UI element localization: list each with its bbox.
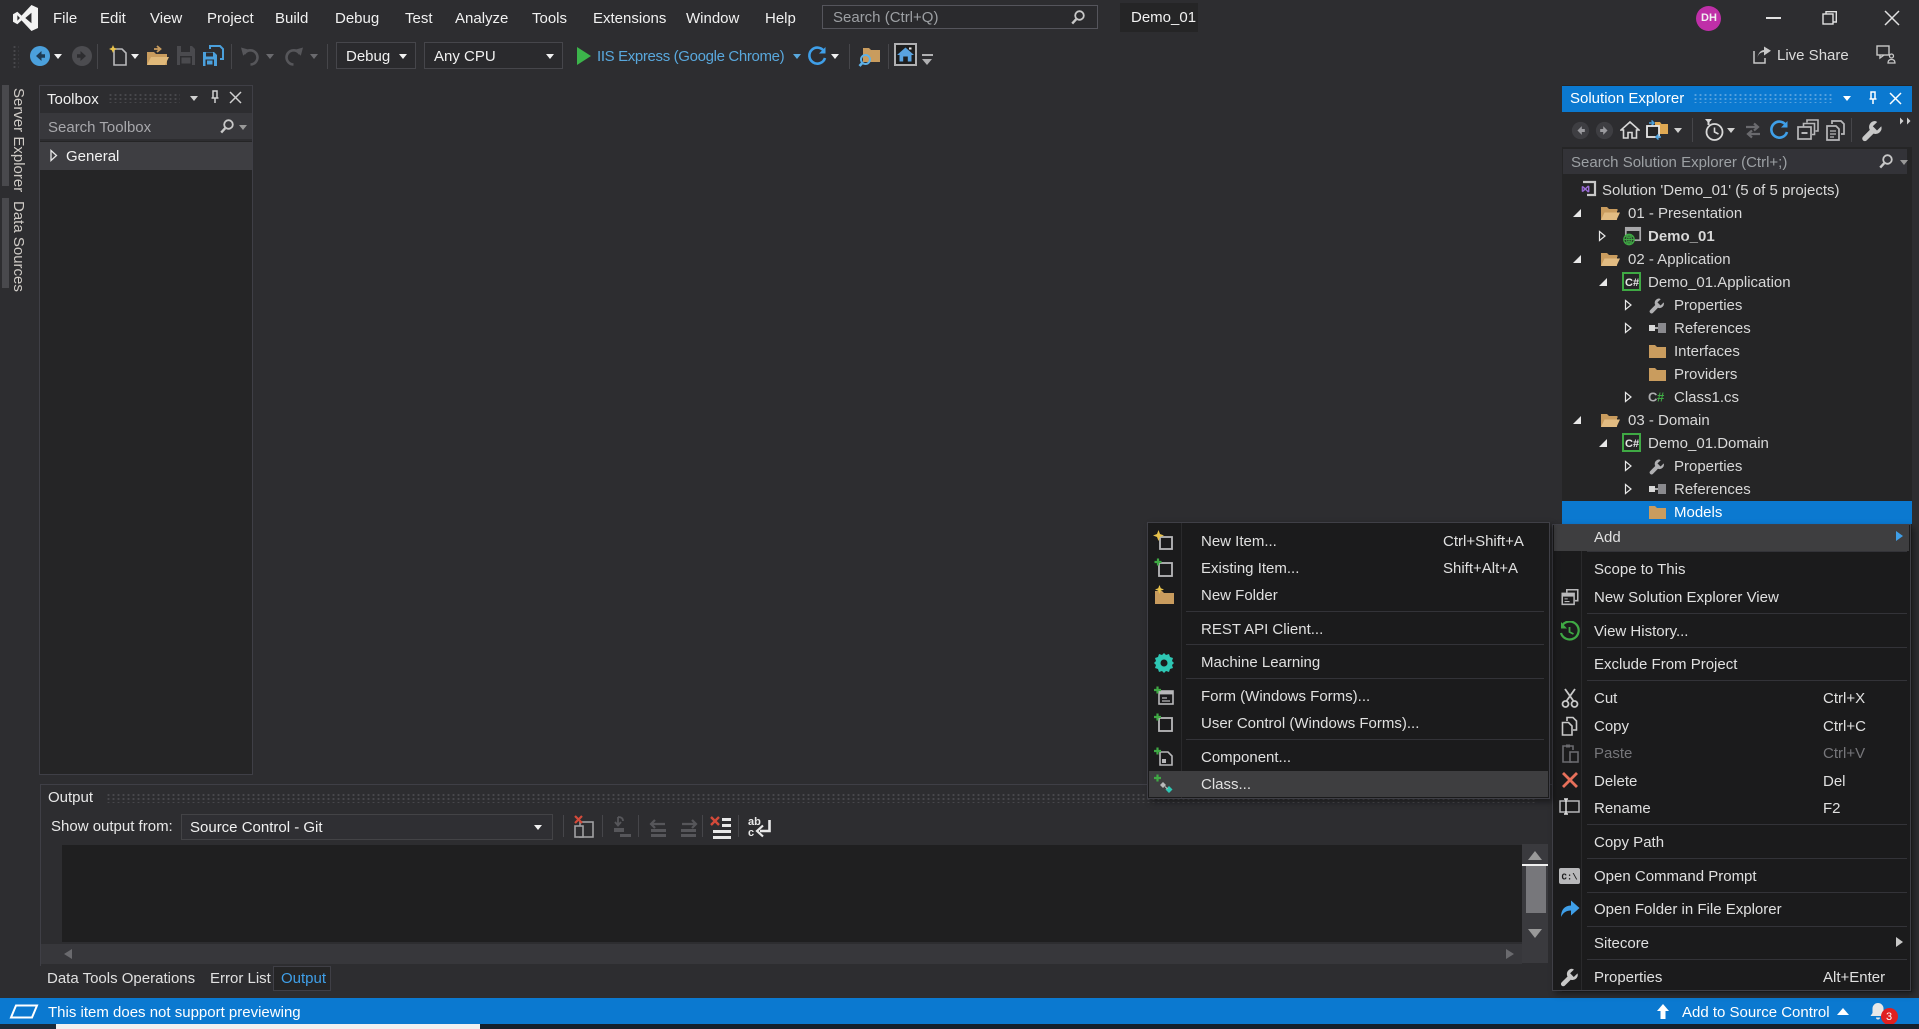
svg-text:C:\: C:\ (1562, 873, 1579, 883)
svg-text:C#: C# (1625, 277, 1639, 289)
svg-text:C#: C# (1625, 438, 1639, 450)
svg-text:c: c (748, 827, 754, 839)
svg-text:#: # (1657, 390, 1665, 405)
